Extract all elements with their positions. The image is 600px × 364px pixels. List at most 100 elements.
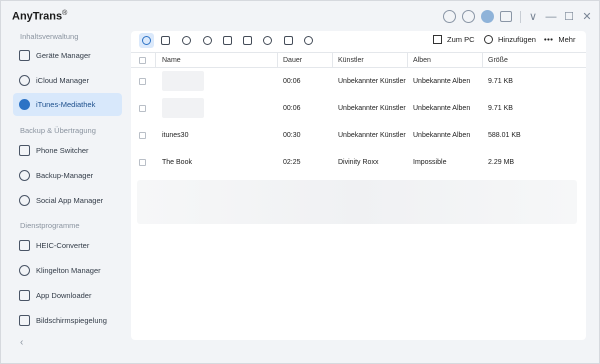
- column-divider: [155, 53, 156, 67]
- media-table: Name Dauer Künstler Alben Größe 00:06 Un…: [131, 52, 586, 176]
- blurred-name: [162, 98, 204, 118]
- sidebar: Inhaltsverwaltung Geräte Manager iCloud …: [1, 31, 129, 363]
- chevron-down-icon[interactable]: ∨: [527, 11, 539, 23]
- row-checkbox[interactable]: [139, 104, 146, 112]
- size-cell: 2.29 MB: [488, 158, 515, 166]
- row-checkbox[interactable]: [139, 158, 146, 166]
- column-header-name[interactable]: Name: [158, 53, 276, 67]
- main-panel: Zum PC Hinzufügen ••• Mehr Name Dauer Kü…: [131, 31, 586, 340]
- movie-icon[interactable]: [220, 33, 235, 48]
- column-divider[interactable]: [482, 53, 483, 67]
- collapse-sidebar-icon[interactable]: ‹: [20, 337, 23, 348]
- search-icon[interactable]: [462, 10, 475, 23]
- sidebar-item-klingelton-manager[interactable]: Klingelton Manager: [13, 259, 122, 282]
- column-header-album[interactable]: Alben: [409, 53, 483, 67]
- column-header-artist[interactable]: Künstler: [334, 53, 408, 67]
- column-divider[interactable]: [407, 53, 408, 67]
- duration-cell: 00:06: [283, 104, 301, 112]
- phone-switch-icon: [19, 145, 30, 156]
- sidebar-item-label: Klingelton Manager: [36, 266, 101, 275]
- column-header-duration[interactable]: Dauer: [279, 53, 333, 67]
- more-dots-icon: •••: [544, 35, 554, 44]
- toolbar: Zum PC Hinzufügen ••• Mehr: [131, 31, 586, 51]
- app-window: AnyTrans® ∨ — ☐ ✕ Inhaltsverwaltung Gerä…: [0, 0, 600, 364]
- sidebar-item-itunes-mediathek[interactable]: iTunes-Mediathek: [13, 93, 122, 116]
- artist-cell: Unbekannter Künstler: [338, 131, 406, 139]
- sidebar-item-icloud-manager[interactable]: iCloud Manager: [13, 69, 122, 92]
- minimize-icon[interactable]: —: [545, 11, 557, 23]
- playlist-icon[interactable]: [158, 33, 173, 48]
- music-glyph: [142, 36, 151, 45]
- window-controls: ∨ — ☐ ✕: [437, 10, 593, 23]
- registered-mark: ®: [62, 10, 68, 17]
- tv-show-glyph: [243, 36, 252, 45]
- sidebar-item-label: HEIC-Converter: [36, 241, 90, 250]
- row-select-cell: [135, 149, 155, 175]
- column-divider[interactable]: [277, 53, 278, 67]
- sidebar-item-geraete-manager[interactable]: Geräte Manager: [13, 44, 122, 67]
- sidebar-item-app-downloader[interactable]: App Downloader: [13, 284, 122, 307]
- sidebar-item-label: Phone Switcher: [36, 146, 89, 155]
- mail-icon[interactable]: [443, 10, 456, 23]
- add-button[interactable]: Hinzufügen: [484, 35, 536, 44]
- select-all-checkbox[interactable]: [139, 56, 146, 64]
- movie-glyph: [223, 36, 232, 45]
- row-select-cell: [135, 95, 155, 121]
- itunes-icon: [19, 99, 30, 110]
- bell-icon: [19, 265, 30, 276]
- name-cell: [158, 95, 276, 121]
- podcast-icon[interactable]: [260, 33, 275, 48]
- artist-cell: Divinity Roxx: [338, 158, 379, 166]
- ringtone-glyph: [182, 36, 191, 45]
- mirror-icon: [19, 315, 30, 326]
- section-title-dienstprogramme: Dienstprogramme: [20, 221, 80, 230]
- table-row[interactable]: The Book 02:25 Divinity Roxx Impossible …: [131, 149, 586, 176]
- to-pc-button[interactable]: Zum PC: [433, 35, 475, 44]
- select-all-cell: [135, 53, 155, 67]
- row-checkbox[interactable]: [139, 77, 146, 85]
- tv-show-icon[interactable]: [240, 33, 255, 48]
- music-icon[interactable]: [139, 33, 154, 48]
- sidebar-item-social-app-manager[interactable]: Social App Manager: [13, 189, 122, 212]
- table-row[interactable]: itunes30 00:30 Unbekannter Künstler Unbe…: [131, 122, 586, 149]
- chat-icon: [19, 195, 30, 206]
- table-row[interactable]: 00:06 Unbekannter Künstler Unbekannte Al…: [131, 95, 586, 122]
- title-bar: AnyTrans® ∨ — ☐ ✕: [1, 1, 599, 31]
- voice-memo-icon[interactable]: [301, 33, 316, 48]
- avatar[interactable]: [481, 10, 494, 23]
- sidebar-item-heic-converter[interactable]: HEIC-Converter: [13, 234, 122, 257]
- ringtone-icon[interactable]: [179, 33, 194, 48]
- sidebar-item-bildschirmspiegelung[interactable]: Bildschirmspiegelung: [13, 309, 122, 332]
- column-header-size[interactable]: Größe: [484, 53, 574, 67]
- name-cell: itunes30: [162, 131, 189, 139]
- sidebar-item-backup-manager[interactable]: Backup-Manager: [13, 164, 122, 187]
- voice-memo-glyph: [304, 36, 313, 45]
- album-cell: Impossible: [413, 158, 447, 166]
- row-select-cell: [135, 68, 155, 94]
- close-icon[interactable]: ✕: [581, 11, 593, 23]
- app-title-text: AnyTrans: [12, 10, 63, 23]
- maximize-icon[interactable]: ☐: [563, 11, 575, 23]
- sidebar-item-label: Geräte Manager: [36, 51, 91, 60]
- app-title: AnyTrans®: [12, 10, 67, 23]
- sidebar-item-phone-switcher[interactable]: Phone Switcher: [13, 139, 122, 162]
- audiobook-glyph: [203, 36, 212, 45]
- table-header: Name Dauer Künstler Alben Größe: [131, 52, 586, 68]
- more-label: Mehr: [558, 35, 576, 44]
- size-cell: 588.01 KB: [488, 131, 521, 139]
- cloud-icon: [19, 75, 30, 86]
- blurred-region: [137, 180, 577, 224]
- size-cell: 9.71 KB: [488, 77, 513, 85]
- app-store-icon: [19, 290, 30, 301]
- device-icon: [19, 50, 30, 61]
- audiobook-icon[interactable]: [200, 33, 215, 48]
- row-select-cell: [135, 122, 155, 148]
- shirt-icon[interactable]: [500, 11, 512, 22]
- table-row[interactable]: 00:06 Unbekannter Künstler Unbekannte Al…: [131, 68, 586, 95]
- sidebar-item-label: Social App Manager: [36, 196, 104, 205]
- more-button[interactable]: ••• Mehr: [544, 35, 575, 44]
- itunes-u-icon[interactable]: [281, 33, 296, 48]
- album-cell: Unbekannte Alben: [413, 104, 471, 112]
- row-checkbox[interactable]: [139, 131, 146, 139]
- column-divider[interactable]: [332, 53, 333, 67]
